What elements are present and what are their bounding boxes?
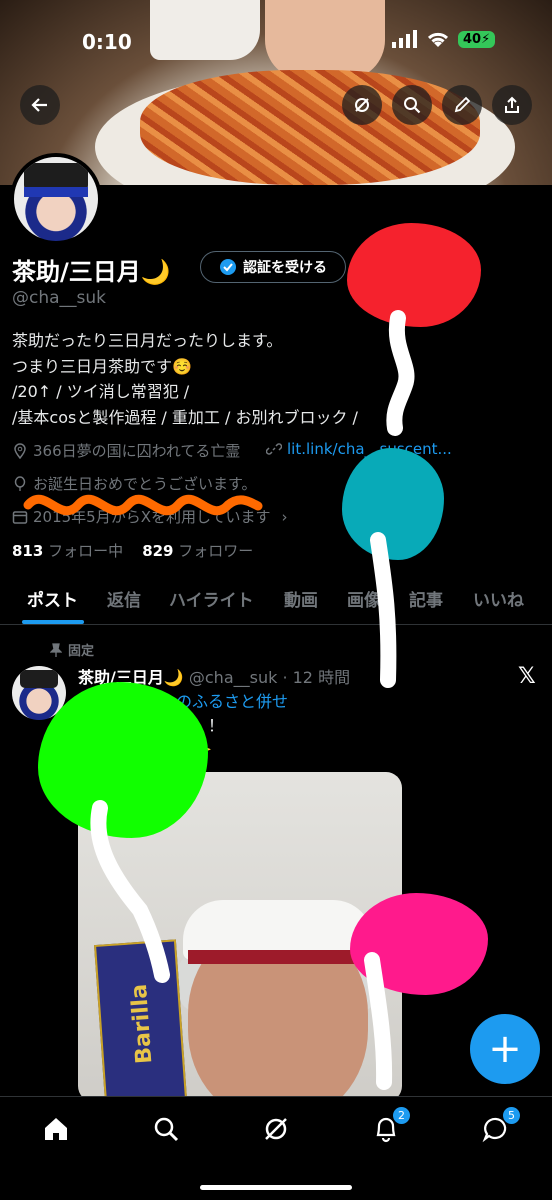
- home-icon[interactable]: [42, 1115, 70, 1143]
- grok-icon[interactable]: [262, 1115, 290, 1143]
- notifications-badge: 2: [393, 1107, 410, 1124]
- plus-icon: +: [488, 1026, 522, 1072]
- bottom-nav: 2 5: [0, 1096, 552, 1200]
- compose-post-button[interactable]: +: [470, 1014, 540, 1084]
- scribble-lines: [23, 310, 415, 1090]
- search-icon[interactable]: [152, 1115, 180, 1143]
- messages-badge: 5: [503, 1107, 520, 1124]
- home-indicator: [200, 1185, 352, 1190]
